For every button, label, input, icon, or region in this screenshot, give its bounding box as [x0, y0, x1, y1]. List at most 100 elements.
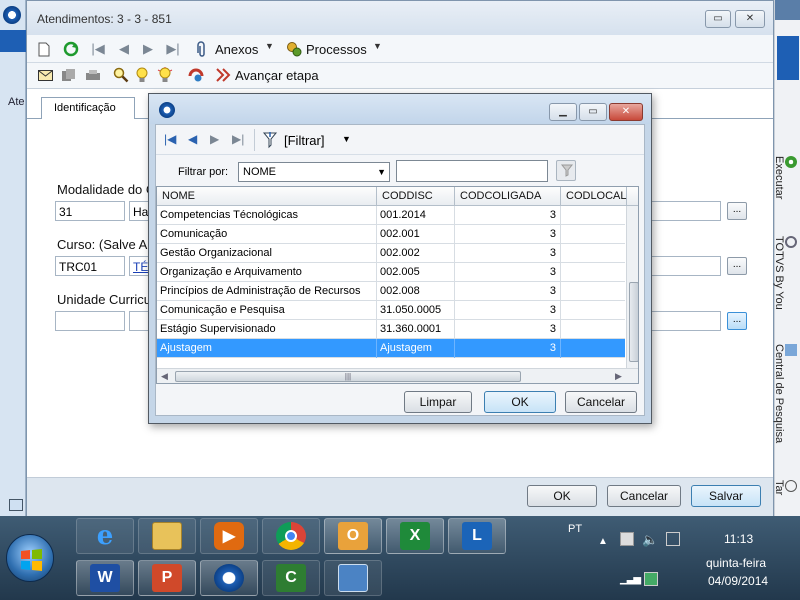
scroll-right-icon[interactable]: ▶: [615, 371, 622, 382]
security-alert-icon[interactable]: [644, 572, 658, 586]
taskbar-chrome[interactable]: [262, 518, 320, 554]
table-row[interactable]: Ajustagem Ajustagem 3: [157, 339, 627, 358]
modalidade-code-input[interactable]: 31: [55, 201, 125, 221]
filter-value-input[interactable]: [396, 160, 548, 182]
main-cancel-button[interactable]: Cancelar: [607, 485, 681, 507]
filter-icon[interactable]: [262, 131, 278, 149]
unidade-lookup-button[interactable]: ...: [727, 312, 747, 330]
taskbar-ie[interactable]: e: [76, 518, 134, 554]
sidebar-item-executar[interactable]: Executar: [773, 156, 797, 199]
anexos-menu[interactable]: Anexos: [215, 42, 258, 57]
unidade-code-input[interactable]: [55, 311, 125, 331]
processos-menu[interactable]: Processos: [306, 42, 367, 57]
dialog-close-button[interactable]: ✕: [609, 103, 643, 121]
modalidade-lookup-button[interactable]: ...: [727, 202, 747, 220]
modalidade-desc-input-end[interactable]: [651, 201, 721, 221]
mail-icon[interactable]: [37, 68, 53, 82]
cell-nome: Gestão Organizacional: [157, 244, 377, 263]
maximize-button[interactable]: ▭: [705, 10, 731, 28]
copy-icon[interactable]: [61, 68, 77, 82]
processes-icon[interactable]: [285, 40, 303, 58]
unidade-desc-input-end[interactable]: [651, 311, 721, 331]
dialog-clear-button[interactable]: Limpar: [404, 391, 472, 413]
dialog-maximize-button[interactable]: ▭: [579, 103, 607, 121]
main-save-button[interactable]: Salvar: [691, 485, 761, 507]
close-button[interactable]: ✕: [735, 10, 765, 28]
network-signal-icon[interactable]: ▁▃▅: [620, 574, 641, 585]
clock-time[interactable]: 11:13: [724, 532, 753, 546]
column-header-nome[interactable]: NOME: [157, 187, 377, 206]
curso-lookup-button[interactable]: ...: [727, 257, 747, 275]
volume-icon[interactable]: 🔈: [642, 532, 658, 548]
table-row[interactable]: Princípios de Administração de Recursos 0…: [157, 282, 627, 301]
advance-step-icon[interactable]: [213, 66, 231, 84]
sidebar-item-tarefas[interactable]: Tar: [773, 480, 797, 496]
column-header-codcoligada[interactable]: CODCOLIGADA: [455, 187, 561, 206]
taskbar-camtasia[interactable]: C: [262, 560, 320, 596]
filter-field-select[interactable]: NOME ▼: [238, 162, 390, 182]
vertical-scrollbar[interactable]: [626, 206, 638, 368]
taskbar-excel[interactable]: X: [386, 518, 444, 554]
table-row[interactable]: Gestão Organizacional 002.002 3: [157, 244, 627, 263]
taskbar-explorer[interactable]: [138, 518, 196, 554]
table-row[interactable]: Estágio Supervisionado 31.360.0001 3: [157, 320, 627, 339]
horizontal-scroll-thumb[interactable]: |||: [175, 371, 521, 382]
last-record-icon[interactable]: ▶|: [165, 41, 181, 57]
new-document-icon[interactable]: [37, 41, 51, 57]
taskbar-media-player[interactable]: ▶: [200, 518, 258, 554]
print-icon[interactable]: [85, 68, 101, 82]
clock-date[interactable]: 04/09/2014: [708, 574, 768, 588]
language-indicator[interactable]: PT: [568, 523, 582, 535]
next-record-icon[interactable]: ▶: [141, 41, 155, 57]
vertical-scroll-thumb[interactable]: [629, 282, 638, 362]
taskbar-outlook[interactable]: O: [324, 518, 382, 554]
previous-record-icon[interactable]: ◀: [117, 41, 131, 57]
taskbar-powerpoint[interactable]: P: [138, 560, 196, 596]
search-icon[interactable]: [113, 67, 129, 83]
sidebar-item-label: Tar: [773, 480, 785, 496]
lightbulb-icon[interactable]: [135, 67, 149, 83]
action-center-icon[interactable]: [620, 532, 634, 546]
main-ok-button[interactable]: OK: [527, 485, 597, 507]
dialog-ok-button[interactable]: OK: [484, 391, 556, 413]
avancar-etapa-button[interactable]: Avançar etapa: [235, 68, 319, 83]
table-row[interactable]: Competencias Técnológicas 001.2014 3: [157, 206, 627, 225]
taskbar-lync[interactable]: L: [448, 518, 506, 554]
tab-identificacao[interactable]: Identificação: [41, 97, 135, 119]
attachment-icon[interactable]: [193, 40, 209, 58]
column-header-codlocal[interactable]: CODLOCAL: [561, 187, 627, 206]
phone-icon[interactable]: [187, 66, 205, 84]
clock-weekday[interactable]: quinta-feira: [706, 556, 766, 570]
taskbar-remote-desktop[interactable]: [324, 560, 382, 596]
taskbar-totvs[interactable]: [200, 560, 258, 596]
start-button[interactable]: [6, 534, 54, 582]
refresh-icon[interactable]: [63, 41, 79, 57]
idea-icon[interactable]: [157, 67, 173, 83]
dialog-minimize-button[interactable]: ▁: [549, 103, 577, 121]
table-row[interactable]: Comunicação e Pesquisa 31.050.0005 3: [157, 301, 627, 320]
power-icon[interactable]: [666, 532, 680, 546]
curso-code-input[interactable]: TRC01: [55, 256, 125, 276]
filter-dropdown-icon[interactable]: ▼: [342, 134, 351, 144]
processos-dropdown-icon[interactable]: ▼: [373, 41, 382, 51]
sidebar-item-central-pesquisa[interactable]: Central de Pesquisa: [773, 344, 797, 443]
dialog-cancel-button[interactable]: Cancelar: [565, 391, 637, 413]
table-row[interactable]: Organização e Arquivamento 002.005 3: [157, 263, 627, 282]
anexos-dropdown-icon[interactable]: ▼: [265, 41, 274, 51]
last-record-icon[interactable]: ▶|: [232, 132, 244, 146]
sidebar-item-totvs-by-you[interactable]: TOTVS By You: [773, 236, 797, 310]
first-record-icon[interactable]: |◀: [91, 41, 105, 57]
horizontal-scrollbar[interactable]: ◀ ||| ▶: [157, 368, 638, 383]
scroll-left-icon[interactable]: ◀: [161, 371, 168, 382]
status-screen-icon[interactable]: [9, 499, 23, 511]
previous-record-icon[interactable]: ◀: [188, 132, 197, 146]
first-record-icon[interactable]: |◀: [164, 132, 176, 146]
apply-filter-button[interactable]: [556, 160, 576, 181]
tray-expand-icon[interactable]: ▲: [598, 536, 608, 547]
next-record-icon[interactable]: ▶: [210, 132, 219, 146]
table-row[interactable]: Comunicação 002.001 3: [157, 225, 627, 244]
filter-menu[interactable]: [Filtrar]: [284, 133, 324, 148]
curso-desc-input-end[interactable]: [651, 256, 721, 276]
taskbar-word[interactable]: W: [76, 560, 134, 596]
column-header-coddisc[interactable]: CODDISC: [377, 187, 455, 206]
